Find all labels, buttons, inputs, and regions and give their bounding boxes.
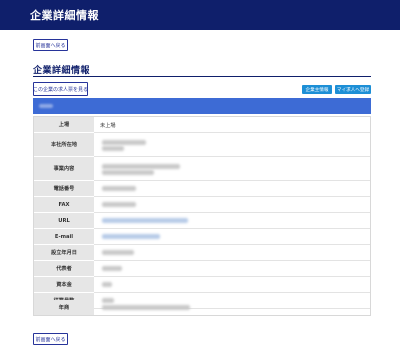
table-row: 設立年月日	[34, 245, 370, 261]
table-row: FAX	[34, 197, 370, 213]
add-to-my-jobs-button[interactable]: マイ求人へ登録	[335, 85, 371, 94]
row-label-email: E-mail	[34, 229, 94, 245]
table-row: 事業内容	[34, 157, 370, 181]
section-title: 企業詳細情報	[33, 66, 91, 76]
redacted-annual-sales	[102, 305, 190, 310]
table-row: 本社所在地	[34, 133, 370, 157]
table-row: 資本金	[34, 277, 370, 293]
row-value-fax	[94, 197, 370, 213]
table-row: 電話番号	[34, 181, 370, 197]
table-row: 年商	[33, 300, 371, 316]
redacted-fax	[102, 202, 136, 207]
row-label-phone: 電話番号	[34, 181, 94, 197]
company-info-button[interactable]: 企業主情報	[302, 85, 332, 94]
redacted-capital	[102, 282, 112, 287]
view-job-listings-button[interactable]: この企業の求人票を見る	[33, 82, 88, 96]
title-bar: 企業詳細情報	[0, 0, 400, 30]
redacted-address-line2	[102, 146, 124, 151]
row-value-listing: 未上場	[94, 117, 370, 133]
row-label-listing: 上場	[34, 117, 94, 133]
row-label-fax: FAX	[34, 197, 94, 213]
table-row: E-mail	[34, 229, 370, 245]
redacted-url-link[interactable]	[102, 218, 188, 223]
row-value-address	[94, 133, 370, 157]
row-label-capital: 資本金	[34, 277, 94, 293]
row-label-founded: 設立年月日	[34, 245, 94, 261]
row-value-founded	[94, 245, 370, 261]
table-row: 代表者	[34, 261, 370, 277]
listing-status: 未上場	[100, 123, 116, 129]
redacted-phone	[102, 186, 136, 191]
section-divider	[33, 76, 371, 77]
back-button-bottom[interactable]: 前画面へ戻る	[33, 333, 68, 345]
row-label-address: 本社所在地	[34, 133, 94, 157]
redacted-business-line2	[102, 170, 154, 175]
redacted-representative	[102, 266, 122, 271]
back-button-top[interactable]: 前画面へ戻る	[33, 39, 68, 51]
page-header-title: 企業詳細情報	[30, 9, 99, 22]
table-row: URL	[34, 213, 370, 229]
row-value-business	[94, 157, 370, 181]
row-label-business: 事業内容	[34, 157, 94, 181]
redacted-company-name	[39, 104, 53, 108]
row-value-phone	[94, 181, 370, 197]
row-label-annual-sales: 年商	[34, 300, 94, 315]
redacted-address	[102, 140, 146, 145]
redacted-email-link[interactable]	[102, 234, 160, 239]
row-value-url	[94, 213, 370, 229]
row-value-representative	[94, 261, 370, 277]
row-value-capital	[94, 277, 370, 293]
redacted-business	[102, 164, 180, 169]
redacted-founded	[102, 250, 134, 255]
row-label-url: URL	[34, 213, 94, 229]
row-value-email	[94, 229, 370, 245]
row-label-representative: 代表者	[34, 261, 94, 277]
company-name-bar	[33, 98, 371, 114]
company-details-table: 上場 未上場 本社所在地 事業内容 電話番号 FAX URL E-mail 設立…	[33, 116, 371, 316]
table-row: 上場 未上場	[34, 117, 370, 133]
